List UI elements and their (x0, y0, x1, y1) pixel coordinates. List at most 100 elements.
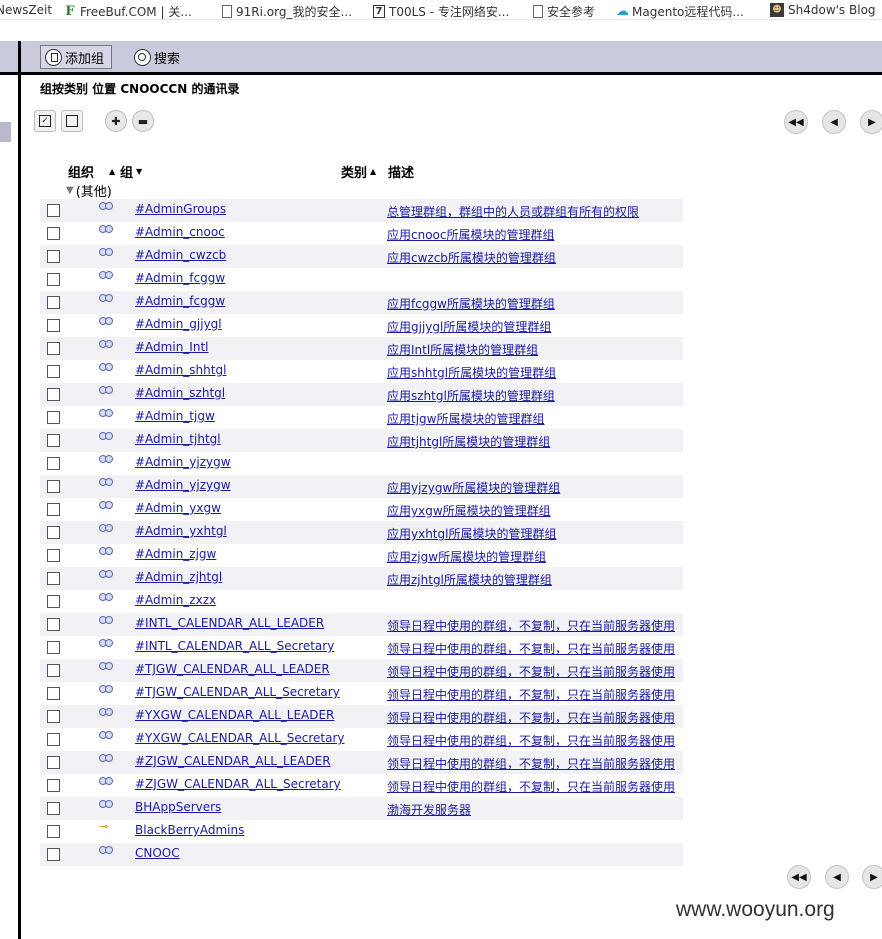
row-checkbox[interactable] (47, 342, 60, 355)
row-checkbox[interactable] (47, 779, 60, 792)
category-other-toggle[interactable]: ▼ (其他) (66, 181, 112, 200)
row-checkbox[interactable] (47, 503, 60, 516)
bookmark-sh4dow[interactable]: ☻ Sh4dow's Blog (770, 3, 876, 17)
group-name-link[interactable]: #Admin_fcggw (135, 294, 225, 308)
group-name-link[interactable]: #TJGW_CALENDAR_ALL_Secretary (135, 685, 340, 699)
group-name-link[interactable]: #YXGW_CALENDAR_ALL_Secretary (135, 731, 345, 745)
group-name-link[interactable]: #Admin_cwzcb (135, 248, 226, 262)
group-name-link[interactable]: #AdminGroups (135, 202, 226, 216)
row-checkbox[interactable] (47, 434, 60, 447)
group-description-link[interactable]: 领导日程中使用的群组，不复制，只在当前服务器使用 (387, 778, 675, 795)
collapse-all-button[interactable]: ▬ (132, 110, 154, 132)
bookmark-magento[interactable]: ☁ Magento远程代码... (616, 3, 744, 19)
group-name-link[interactable]: #Admin_yxgw (135, 501, 221, 515)
group-name-link[interactable]: #Admin_shhtgl (135, 363, 226, 377)
group-name-link[interactable]: #Admin_yxhtgl (135, 524, 227, 538)
group-name-link[interactable]: #Admin_gjjygl (135, 317, 222, 331)
group-description-link[interactable]: 领导日程中使用的群组，不复制，只在当前服务器使用 (387, 663, 675, 680)
row-checkbox[interactable] (47, 204, 60, 217)
group-description-link[interactable]: 领导日程中使用的群组，不复制，只在当前服务器使用 (387, 755, 675, 772)
row-checkbox[interactable] (47, 733, 60, 746)
group-description-link[interactable]: 应用cnooc所属模块的管理群组 (387, 226, 555, 243)
row-checkbox[interactable] (47, 319, 60, 332)
group-description-link[interactable]: 领导日程中使用的群组，不复制，只在当前服务器使用 (387, 686, 675, 703)
row-checkbox[interactable] (47, 250, 60, 263)
group-description-link[interactable]: 应用tjgw所属模块的管理群组 (387, 410, 544, 427)
group-description-link[interactable]: 领导日程中使用的群组，不复制，只在当前服务器使用 (387, 617, 675, 634)
group-name-link[interactable]: #ZJGW_CALENDAR_ALL_LEADER (135, 754, 331, 768)
group-description-link[interactable]: 应用fcggw所属模块的管理群组 (387, 295, 555, 312)
group-name-link[interactable]: #Admin_tjhtgl (135, 432, 221, 446)
row-checkbox[interactable] (47, 848, 60, 861)
row-checkbox[interactable] (47, 296, 60, 309)
row-checkbox[interactable] (47, 710, 60, 723)
group-name-link[interactable]: BlackBerryAdmins (135, 823, 244, 837)
deselect-all-button[interactable] (61, 110, 83, 132)
group-description-link[interactable]: 应用yxhtgl所属模块的管理群组 (387, 525, 556, 542)
group-name-link[interactable]: #Admin_zxzx (135, 593, 216, 607)
group-name-link[interactable]: #Admin_fcggw (135, 271, 225, 285)
row-checkbox[interactable] (47, 664, 60, 677)
group-name-link[interactable]: #INTL_CALENDAR_ALL_LEADER (135, 616, 324, 630)
row-checkbox[interactable] (47, 457, 60, 470)
row-checkbox[interactable] (47, 273, 60, 286)
group-name-link[interactable]: #TJGW_CALENDAR_ALL_LEADER (135, 662, 330, 676)
group-description-link[interactable]: 应用zjhtgl所属模块的管理群组 (387, 571, 552, 588)
left-pane-tab[interactable] (0, 122, 11, 142)
bookmark-91ri[interactable]: 91Ri.org_我的安全... (222, 3, 352, 19)
add-group-button[interactable]: 添加组 (40, 45, 112, 69)
search-button[interactable]: 搜索 (130, 45, 190, 69)
group-description-link[interactable]: 渤海开发服务器 (387, 801, 471, 818)
column-header-category[interactable]: 类别 ▲ (341, 162, 376, 181)
group-name-link[interactable]: #Admin_szhtgl (135, 386, 225, 400)
group-description-link[interactable]: 领导日程中使用的群组，不复制，只在当前服务器使用 (387, 709, 675, 726)
bookmark-newszeit[interactable]: NewsZeit (0, 3, 52, 17)
row-checkbox[interactable] (47, 365, 60, 378)
select-all-button[interactable]: ✓ (34, 110, 56, 132)
group-description-link[interactable]: 应用gjjygl所属模块的管理群组 (387, 318, 551, 335)
previous-page-button[interactable]: ◀ (822, 110, 846, 134)
row-checkbox[interactable] (47, 411, 60, 424)
first-page-button[interactable]: ◀◀ (784, 110, 808, 134)
group-name-link[interactable]: #Admin_yjzygw (135, 455, 231, 469)
row-checkbox[interactable] (47, 388, 60, 401)
row-checkbox[interactable] (47, 526, 60, 539)
group-name-link[interactable]: #Admin_zjgw (135, 547, 216, 561)
group-description-link[interactable]: 应用shhtgl所属模块的管理群组 (387, 364, 556, 381)
row-checkbox[interactable] (47, 825, 60, 838)
previous-page-button-bottom[interactable]: ◀ (825, 865, 849, 889)
group-name-link[interactable]: CNOOC (135, 846, 180, 860)
group-description-link[interactable]: 领导日程中使用的群组，不复制，只在当前服务器使用 (387, 640, 675, 657)
column-header-description[interactable]: 描述 (388, 162, 414, 181)
group-description-link[interactable]: 应用yxgw所属模块的管理群组 (387, 502, 551, 519)
row-checkbox[interactable] (47, 572, 60, 585)
next-page-button-bottom[interactable]: ▶ (862, 865, 882, 889)
group-description-link[interactable]: 应用Intl所属模块的管理群组 (387, 341, 538, 358)
group-name-link[interactable]: #Admin_cnooc (135, 225, 225, 239)
row-checkbox[interactable] (47, 549, 60, 562)
first-page-button-bottom[interactable]: ◀◀ (787, 865, 811, 889)
row-checkbox[interactable] (47, 618, 60, 631)
group-name-link[interactable]: #Admin_Intl (135, 340, 208, 354)
row-checkbox[interactable] (47, 756, 60, 769)
group-name-link[interactable]: BHAppServers (135, 800, 221, 814)
next-page-button[interactable]: ▶ (860, 110, 882, 134)
group-description-link[interactable]: 领导日程中使用的群组，不复制，只在当前服务器使用 (387, 732, 675, 749)
group-name-link[interactable]: #INTL_CALENDAR_ALL_Secretary (135, 639, 334, 653)
group-name-link[interactable]: #Admin_tjgw (135, 409, 215, 423)
bookmark-t00ls[interactable]: 7 T00LS - 专注网络安... (373, 3, 509, 19)
column-header-group[interactable]: 组 ▼ (120, 162, 142, 181)
group-description-link[interactable]: 总管理群组，群组中的人员或群组有所有的权限 (387, 203, 639, 220)
column-header-org[interactable]: 组织 ▲ (68, 162, 115, 181)
bookmark-freebuf[interactable]: F FreeBuf.COM | 关... (64, 3, 191, 19)
group-description-link[interactable]: 应用yjzygw所属模块的管理群组 (387, 479, 560, 496)
group-description-link[interactable]: 应用szhtgl所属模块的管理群组 (387, 387, 555, 404)
group-description-link[interactable]: 应用cwzcb所属模块的管理群组 (387, 249, 556, 266)
expand-all-button[interactable]: ✚ (105, 110, 127, 132)
group-description-link[interactable]: 应用zjgw所属模块的管理群组 (387, 548, 546, 565)
group-description-link[interactable]: 应用tjhtgl所属模块的管理群组 (387, 433, 550, 450)
group-name-link[interactable]: #YXGW_CALENDAR_ALL_LEADER (135, 708, 334, 722)
row-checkbox[interactable] (47, 641, 60, 654)
group-name-link[interactable]: #ZJGW_CALENDAR_ALL_Secretary (135, 777, 341, 791)
group-name-link[interactable]: #Admin_yjzygw (135, 478, 231, 492)
